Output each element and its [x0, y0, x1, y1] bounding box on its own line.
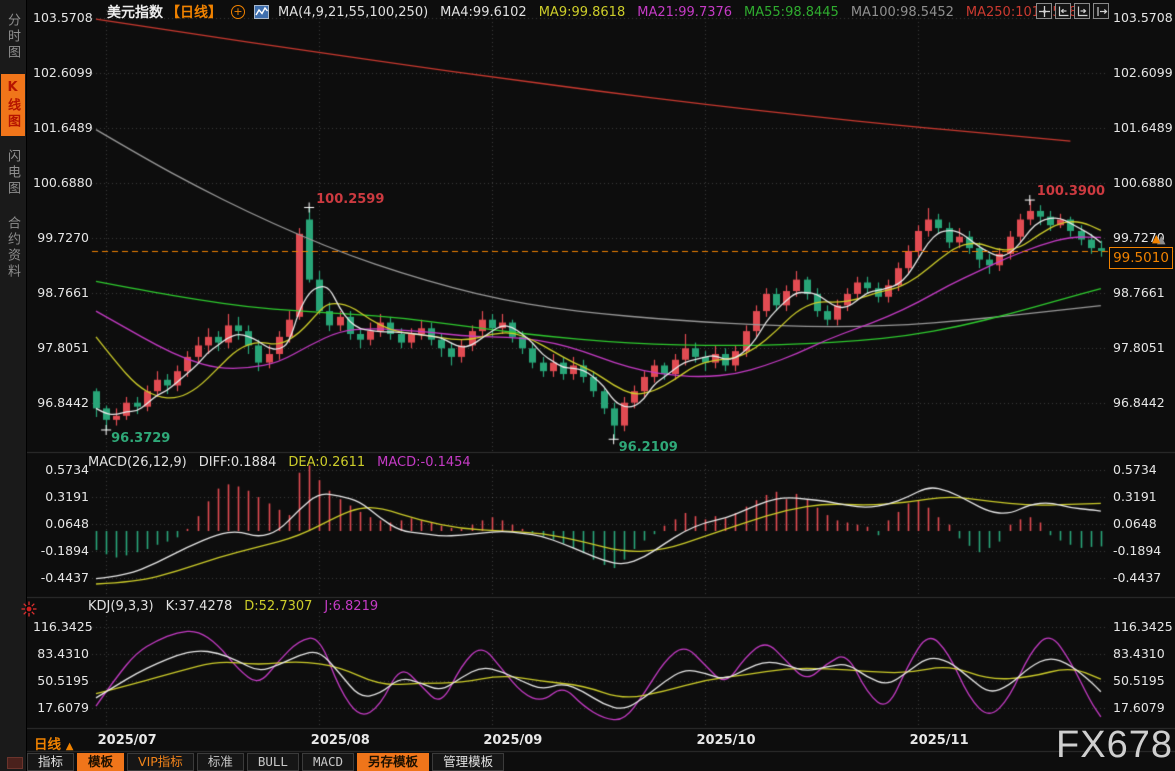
last-price-value: 99.5010	[1113, 250, 1169, 266]
price-up-arrow-icon: ▲ ▲	[1152, 232, 1166, 246]
period-selector[interactable]: 日线 ▲	[34, 733, 73, 753]
toolbar-tab-5[interactable]: MACD	[301, 752, 355, 771]
toolbar-tab-6[interactable]: 另存模板	[357, 752, 430, 771]
ma-legend: MA(4,9,21,55,100,250) MA4:99.6102 MA9:99.8…	[278, 5, 1077, 20]
time-axis-label-4: 2025/11	[909, 733, 969, 748]
bottom-toolbar: 指标 模板 VIP指标 标准 BULL MACD 另存模板 管理模板	[27, 752, 1175, 771]
chart-application: 分时图 K线图闪电图合约资料 美元指数 【日线】 + MA(4,9,21,55,1…	[0, 0, 1175, 771]
alert-burst-icon[interactable]	[20, 600, 38, 622]
time-axis-label-1: 2025/08	[310, 733, 370, 748]
period-selector-label: 日线	[34, 737, 61, 753]
period-selector-arrow-icon: ▲	[65, 741, 74, 752]
toolbar-tab-4[interactable]: BULL	[246, 752, 299, 771]
ma-legend-item-3: MA21:99.7376	[637, 4, 733, 20]
chart-canvas[interactable]	[27, 0, 1175, 771]
last-price-tag: 99.5010	[1109, 247, 1173, 269]
toolbar-tab-7[interactable]: 管理模板	[432, 752, 505, 771]
window-controls	[1036, 3, 1109, 19]
macd-label-2: DEA:0.2611	[288, 455, 366, 470]
macd-header: MACD(26,12,9) DIFF:0.1884 DEA:0.2611 MACD:-…	[88, 455, 471, 470]
kdj-label-2: D:52.7307	[244, 599, 313, 614]
toolbar-tab-1[interactable]: 模板	[77, 752, 125, 771]
ma-legend-item-2: MA9:99.8618	[538, 4, 626, 20]
symbol-title: 美元指数	[107, 5, 163, 21]
kdj-header: KDJ(9,3,3) K:37.4278 D:52.7307 J:6.8219	[88, 599, 378, 614]
left-sidebar: 分时图 K线图闪电图合约资料	[0, 0, 27, 771]
time-axis: 日线 ▲ 2025/07 2025/08 2025/09 2025/10 2025/11	[27, 729, 1175, 753]
chart-type-icon[interactable]	[254, 5, 269, 19]
corner-handle[interactable]	[7, 757, 23, 769]
sidebar-tab-fenshi[interactable]: 分时图	[1, 7, 25, 67]
ma-legend-item-0: MA(4,9,21,55,100,250)	[278, 4, 429, 20]
kdj-label-0: KDJ(9,3,3)	[88, 599, 154, 614]
macd-label-0: MACD(26,12,9)	[88, 455, 187, 470]
sidebar-tab-shandian[interactable]: 闪电图	[1, 143, 25, 203]
ma-legend-item-1: MA4:99.6102	[440, 4, 527, 20]
add-indicator-icon[interactable]: +	[231, 5, 245, 19]
toolbar-tab-0[interactable]: 指标	[27, 752, 75, 771]
toolbar-tab-3[interactable]: 标准	[196, 752, 244, 771]
jump-latest-icon[interactable]	[1093, 3, 1109, 19]
scale-left-icon[interactable]	[1055, 3, 1071, 19]
ma-legend-item-5: MA100:98.5452	[850, 4, 954, 20]
kdj-label-3: J:6.8219	[324, 599, 379, 614]
chart-header: 美元指数 【日线】 + MA(4,9,21,55,100,250) MA4:99.…	[107, 2, 1077, 22]
pan-mode-icon[interactable]	[1036, 3, 1052, 19]
time-axis-label-2: 2025/09	[483, 733, 543, 748]
brand-watermark: FX678	[1056, 724, 1173, 766]
time-axis-label-3: 2025/10	[696, 733, 756, 748]
macd-label-3: MACD:-0.1454	[377, 455, 471, 470]
ma-legend-item-4: MA55:98.8445	[744, 4, 839, 20]
time-axis-label-0: 2025/07	[97, 733, 157, 748]
sidebar-tab-kline[interactable]: K线图	[1, 74, 25, 136]
chart-area: 美元指数 【日线】 + MA(4,9,21,55,100,250) MA4:99.…	[21, 0, 1175, 771]
period-tag: 【日线】	[166, 5, 222, 21]
macd-label-1: DIFF:0.1884	[198, 455, 277, 470]
sidebar-tab-heyue[interactable]: 合约资料	[1, 210, 25, 286]
scale-right-icon[interactable]	[1074, 3, 1090, 19]
kdj-label-1: K:37.4278	[165, 599, 233, 614]
toolbar-tab-2[interactable]: VIP指标	[127, 752, 194, 771]
